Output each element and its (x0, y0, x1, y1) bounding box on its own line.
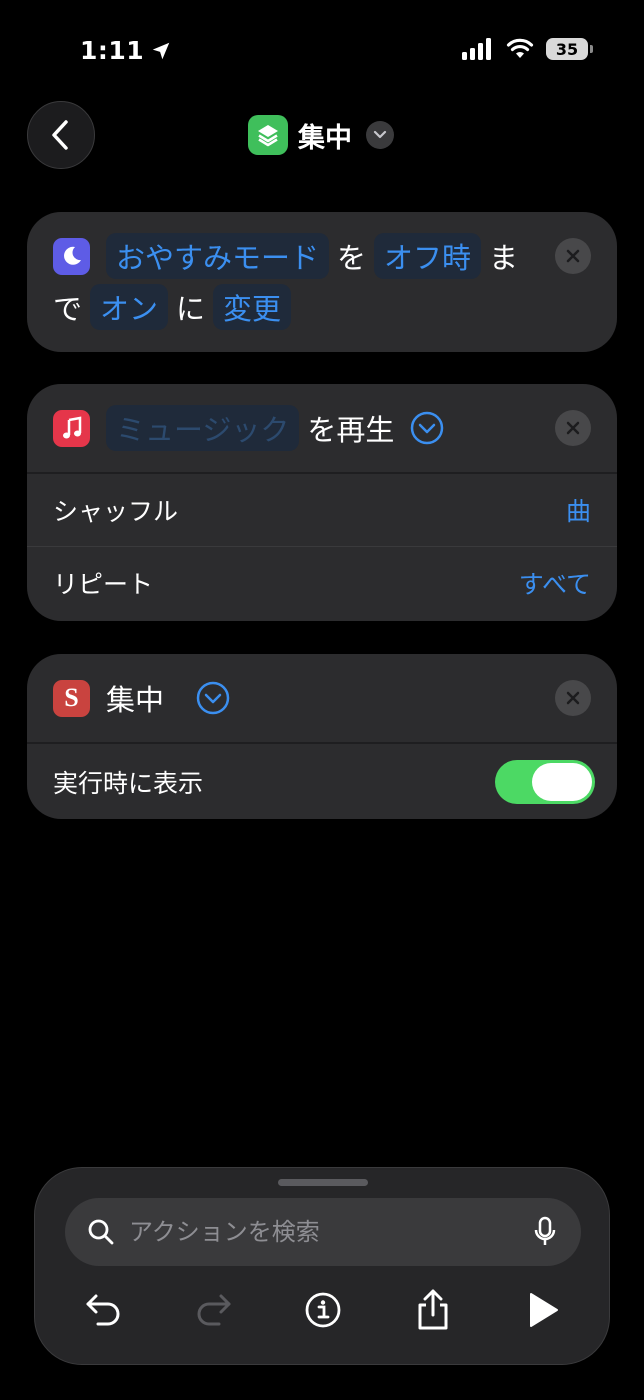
repeat-row[interactable]: リピート すべて (27, 547, 617, 619)
run-button[interactable] (521, 1288, 565, 1332)
show-when-run-label: 実行時に表示 (53, 768, 204, 798)
wifi-icon (506, 38, 534, 58)
particle-ni: に (176, 292, 206, 326)
undo-button[interactable] (82, 1288, 126, 1332)
play-suffix: を再生 (307, 413, 395, 447)
info-icon (305, 1292, 341, 1328)
chevron-left-icon (52, 120, 68, 150)
focus-mode-action-card[interactable]: おやすみモード を オフ時 ま で オン に 変更 (27, 212, 617, 352)
chevron-down-circle-icon[interactable] (196, 681, 230, 715)
time-text: 1:11 (80, 36, 145, 65)
shuffle-value[interactable]: 曲 (566, 492, 591, 528)
microphone-icon[interactable] (533, 1216, 557, 1248)
status-icons: 35 (462, 38, 593, 60)
battery-level: 35 (555, 39, 579, 59)
play-icon (530, 1293, 558, 1327)
back-button[interactable] (27, 101, 95, 169)
shortcut-name[interactable]: 集中 (106, 677, 164, 719)
show-when-run-row: 実行時に表示 (27, 744, 617, 819)
chevron-down-circle-icon[interactable] (410, 411, 444, 445)
until-token[interactable]: オフ時 (374, 233, 482, 279)
share-icon (418, 1289, 448, 1330)
run-shortcut-action-card[interactable]: S 集中 実行時に表示 (27, 654, 617, 819)
search-bar[interactable] (65, 1198, 581, 1266)
layers-icon (248, 115, 288, 155)
share-button[interactable] (411, 1288, 455, 1332)
shortcuts-s-icon: S (53, 679, 90, 717)
undo-icon (86, 1294, 120, 1326)
close-icon (566, 249, 580, 263)
remove-action-button[interactable] (555, 238, 591, 274)
repeat-label: リピート (53, 570, 154, 599)
play-music-action-card[interactable]: ミュージック を再生 シャッフル 曲 リピート すべて (27, 384, 617, 621)
drag-handle[interactable] (278, 1179, 368, 1186)
music-note-icon (53, 409, 90, 447)
shuffle-row[interactable]: シャッフル 曲 (27, 474, 617, 546)
close-icon (566, 691, 580, 705)
remove-action-button[interactable] (555, 410, 591, 446)
status-time: 1:11 (80, 36, 172, 65)
toggle-knob (532, 763, 592, 801)
shortcut-title-menu[interactable]: 集中 (248, 115, 394, 155)
page-title: 集中 (298, 122, 352, 154)
music-placeholder-token[interactable]: ミュージック (106, 405, 300, 451)
change-token[interactable]: 変更 (213, 284, 292, 330)
particle-wo: を (337, 241, 367, 275)
shuffle-label: シャッフル (53, 497, 179, 526)
redo-button[interactable] (191, 1288, 235, 1332)
particle-ma: ま (489, 241, 519, 275)
repeat-value[interactable]: すべて (519, 565, 591, 601)
particle-de: で (53, 292, 83, 326)
status-bar: 1:11 35 (0, 0, 644, 100)
remove-action-button[interactable] (555, 680, 591, 716)
close-icon (566, 421, 580, 435)
cellular-signal-icon (462, 38, 491, 60)
moon-icon (53, 237, 90, 275)
chevron-down-icon (366, 121, 394, 149)
location-arrow-icon (152, 42, 170, 59)
redo-icon (197, 1294, 231, 1326)
battery-indicator: 35 (546, 38, 593, 60)
focus-mode-token[interactable]: おやすみモード (106, 233, 330, 279)
info-button[interactable] (301, 1288, 345, 1332)
action-panel (34, 1167, 610, 1365)
state-token[interactable]: オン (90, 284, 169, 330)
search-input[interactable] (129, 1218, 509, 1246)
show-when-run-toggle[interactable] (495, 760, 595, 804)
search-icon (88, 1219, 114, 1245)
